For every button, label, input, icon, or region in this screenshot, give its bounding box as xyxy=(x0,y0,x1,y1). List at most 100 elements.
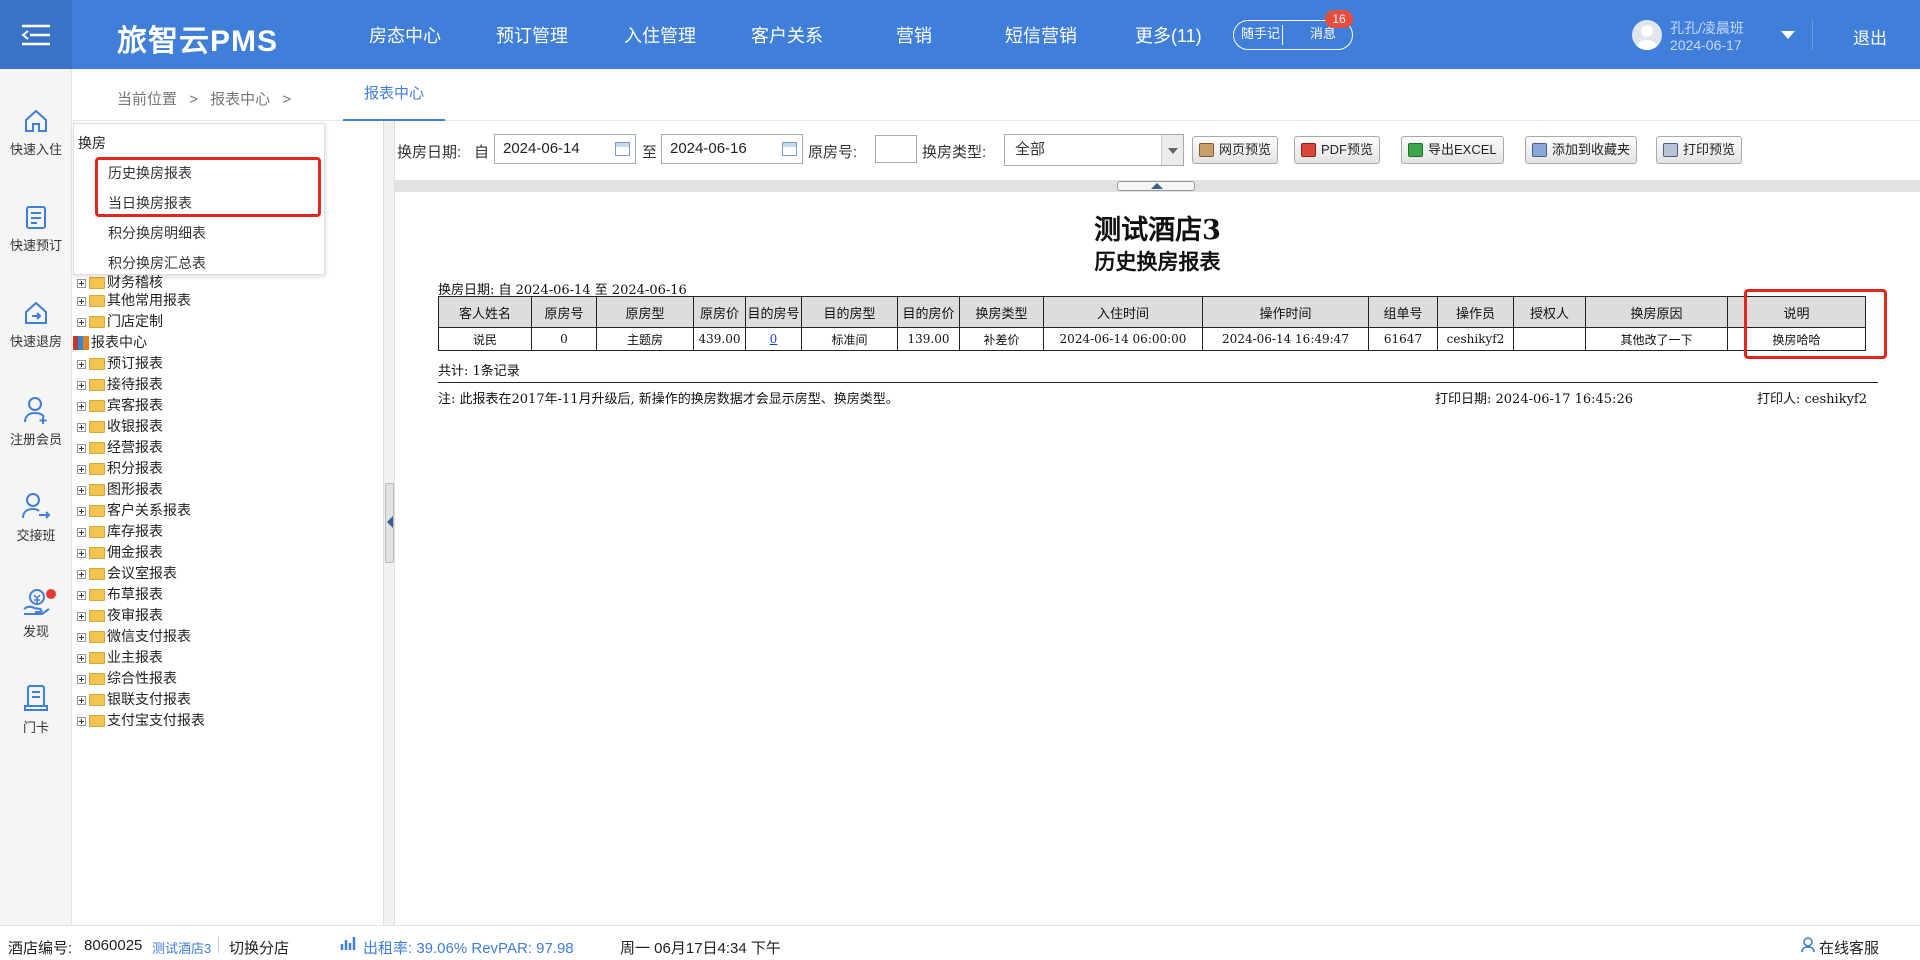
quick-checkout-button[interactable]: 快速退房 xyxy=(0,299,72,350)
target-room-link[interactable]: 0 xyxy=(770,332,778,346)
to-label: 至 xyxy=(642,144,658,161)
tree-item[interactable]: 客户关系报表 xyxy=(77,501,191,521)
expand-icon[interactable] xyxy=(77,674,86,684)
breadcrumb-report-center[interactable]: 报表中心 xyxy=(210,91,270,108)
chevron-down-icon[interactable] xyxy=(1161,135,1183,165)
expand-icon[interactable] xyxy=(77,443,86,453)
expand-icon[interactable] xyxy=(77,278,86,288)
expand-icon[interactable] xyxy=(77,485,86,495)
expand-icon[interactable] xyxy=(77,695,86,705)
tree-item[interactable]: 库存报表 xyxy=(77,522,163,542)
nav-room-status[interactable]: 房态中心 xyxy=(369,22,441,48)
print-preview-button[interactable]: 打印预览 xyxy=(1656,136,1743,164)
hotel-id: 8060025 xyxy=(84,937,143,954)
hotel-id-label: 酒店编号: xyxy=(8,940,73,957)
nav-more[interactable]: 更多(11) xyxy=(1135,22,1202,48)
expand-icon[interactable] xyxy=(77,464,86,474)
to-date-input[interactable]: 2024-06-16 xyxy=(661,134,803,164)
discover-button[interactable]: 发现 xyxy=(0,587,72,640)
tree-item[interactable]: 夜审报表 xyxy=(77,606,163,626)
tree-item[interactable]: 佣金报表 xyxy=(77,543,163,563)
expand-icon[interactable] xyxy=(77,527,86,537)
expand-icon[interactable] xyxy=(77,632,86,642)
expand-icon[interactable] xyxy=(77,590,86,600)
from-date-input[interactable]: 2024-06-14 xyxy=(494,134,636,164)
expand-icon[interactable] xyxy=(77,359,86,369)
nav-customer-relations[interactable]: 客户关系 xyxy=(751,22,823,48)
door-card-button[interactable]: 门卡 xyxy=(0,683,72,736)
tree-item[interactable]: 经营报表 xyxy=(77,438,163,458)
exchange-report-table: 客人姓名 原房号 原房型 原房价 目的房号 目的房型 目的房价 换房类型 入住时间 操作时间 组单号… xyxy=(438,296,1866,351)
logout-button[interactable]: 退出 xyxy=(1853,24,1887,49)
shift-handover-button[interactable]: 交接班 xyxy=(0,491,72,544)
quick-booking-button[interactable]: 快速预订 xyxy=(0,203,72,254)
shift-handover-icon xyxy=(22,493,51,519)
popup-item-points-summary[interactable]: 积分换房汇总表 xyxy=(108,253,206,273)
expand-icon[interactable] xyxy=(77,611,86,621)
tree-item[interactable]: 银联支付报表 xyxy=(77,690,191,710)
tree-item[interactable]: 业主报表 xyxy=(77,648,163,668)
pdf-preview-button[interactable]: PDF预览 xyxy=(1294,136,1381,164)
notification-dot xyxy=(46,589,56,599)
tree-item[interactable]: 布草报表 xyxy=(77,585,163,605)
expand-icon[interactable] xyxy=(77,548,86,558)
chevron-down-icon[interactable] xyxy=(1781,31,1795,39)
web-preview-button[interactable]: 网页预览 xyxy=(1192,136,1279,164)
splitter-handle[interactable] xyxy=(385,483,394,563)
calendar-icon[interactable] xyxy=(782,142,797,156)
online-support-button[interactable]: 在线客服 xyxy=(1819,937,1879,958)
avatar[interactable] xyxy=(1632,20,1662,50)
register-member-button[interactable]: 注册会员 xyxy=(0,395,72,448)
expand-icon[interactable] xyxy=(77,296,86,306)
expand-icon[interactable] xyxy=(77,422,86,432)
tree-item-store-custom[interactable]: 门店定制 xyxy=(77,312,163,332)
tree-item[interactable]: 预订报表 xyxy=(77,354,163,374)
tree-item[interactable]: 宾客报表 xyxy=(77,396,163,416)
tree-root-report-center[interactable]: 报表中心 xyxy=(73,333,147,353)
expand-icon[interactable] xyxy=(77,569,86,579)
exchange-type-select[interactable]: 全部 xyxy=(1004,134,1184,166)
quick-checkin-label: 快速入住 xyxy=(9,142,62,157)
export-excel-button[interactable]: 导出EXCEL xyxy=(1401,136,1504,164)
table-cell: 139.00 xyxy=(897,327,960,351)
tree-item[interactable]: 图形报表 xyxy=(77,480,163,500)
expand-icon[interactable] xyxy=(77,380,86,390)
add-favorites-button[interactable]: 添加到收藏夹 xyxy=(1525,136,1638,164)
tree-item[interactable]: 接待报表 xyxy=(77,375,163,395)
popup-item-points-detail[interactable]: 积分换房明细表 xyxy=(108,223,206,243)
quick-checkin-button[interactable]: 快速入住 xyxy=(0,107,72,158)
tree-item[interactable]: 收银报表 xyxy=(77,417,163,437)
expand-icon[interactable] xyxy=(77,401,86,411)
expand-icon[interactable] xyxy=(77,653,86,663)
expand-icon[interactable] xyxy=(77,317,86,327)
menu-toggle-button[interactable] xyxy=(0,0,72,69)
tree-item[interactable]: 支付宝支付报表 xyxy=(77,711,205,731)
panel-splitter[interactable] xyxy=(383,121,395,925)
export-excel-label: 导出EXCEL xyxy=(1428,142,1497,157)
nav-check-in[interactable]: 入住管理 xyxy=(624,22,696,48)
column-header: 组单号 xyxy=(1368,296,1438,328)
topbar-divider xyxy=(1812,20,1813,50)
tree-item-finance-audit[interactable]: 财务稽核 xyxy=(77,273,163,293)
expand-icon[interactable] xyxy=(77,506,86,516)
tree-item[interactable]: 会议室报表 xyxy=(77,564,177,584)
report-center-icon xyxy=(73,336,89,350)
nav-sms-marketing[interactable]: 短信营销 xyxy=(1005,22,1077,48)
tree-item-label: 业主报表 xyxy=(107,650,163,666)
folder-icon xyxy=(89,277,105,289)
tab-report-center[interactable]: 报表中心 xyxy=(343,69,445,121)
notes-button[interactable]: 随手记 xyxy=(1233,20,1288,50)
room-number-input[interactable] xyxy=(875,135,917,163)
collapse-left-icon[interactable] xyxy=(387,516,393,528)
tree-item[interactable]: 积分报表 xyxy=(77,459,163,479)
switch-store-button[interactable]: 切换分店 xyxy=(229,937,289,958)
expand-icon[interactable] xyxy=(77,716,86,726)
nav-marketing[interactable]: 营销 xyxy=(896,22,932,48)
tree-item[interactable]: 微信支付报表 xyxy=(77,627,191,647)
hotel-name-link[interactable]: 测试酒店3 xyxy=(152,938,211,957)
collapse-up-icon[interactable] xyxy=(1117,181,1195,191)
nav-reservations[interactable]: 预订管理 xyxy=(496,22,568,48)
tree-item[interactable]: 综合性报表 xyxy=(77,669,177,689)
calendar-icon[interactable] xyxy=(615,142,630,156)
tree-item-other-reports[interactable]: 其他常用报表 xyxy=(77,291,191,311)
